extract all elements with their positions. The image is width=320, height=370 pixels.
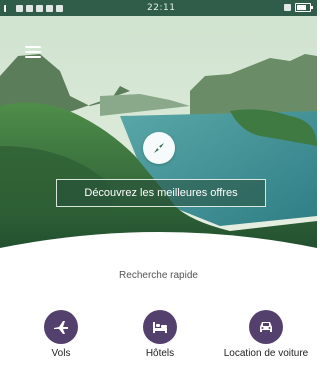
status-icons-right [284,3,313,12]
notification-icon [46,4,53,12]
quick-search-label: Hôtels [145,348,175,359]
car-icon [249,310,283,344]
hero-banner: Découvrez les meilleures offres [0,16,317,260]
quick-search-hotels[interactable]: Hôtels [115,310,205,359]
bed-icon [143,310,177,344]
notification-icon [56,4,63,12]
airplane-icon [44,310,78,344]
status-icons-left [0,4,63,12]
signal-icon [4,4,13,12]
quick-search-title: Recherche rapide [119,270,198,281]
status-bar: 22:11 [0,0,317,16]
signal-icon [284,4,291,11]
quick-search-flights[interactable]: Vols [16,310,106,359]
compass-icon [143,132,175,164]
quick-search-label: Vols [51,348,71,359]
battery-icon [295,3,313,12]
hamburger-menu-icon[interactable] [25,46,41,58]
notification-icon [26,4,33,12]
discover-offers-button[interactable]: Découvrez les meilleures offres [56,179,266,207]
quick-search-label: Location de voiture [223,348,309,359]
quick-search-car-rental[interactable]: Location de voiture [221,310,311,359]
sim-icon [16,4,23,12]
status-time: 22:11 [147,3,176,13]
notification-icon [36,4,43,12]
